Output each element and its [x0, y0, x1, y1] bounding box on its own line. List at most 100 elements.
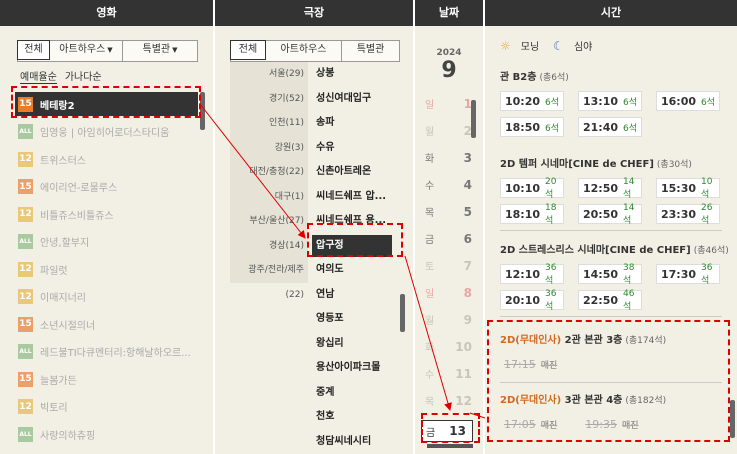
region-item[interactable]: 대구(1) — [230, 184, 308, 209]
showtime-button[interactable]: 18:10 18석 — [500, 203, 564, 226]
movie-item[interactable]: ALL 사랑의하츄핑 — [18, 421, 198, 449]
theater-item[interactable]: 용산아이파크몰 — [308, 356, 396, 381]
movie-tab-special[interactable]: 특별관 ▼ — [123, 41, 197, 61]
theater-item[interactable]: 연남 — [308, 283, 396, 308]
showtime-button[interactable]: 23:30 26석 — [656, 203, 720, 226]
date-day: 6 — [463, 231, 472, 246]
movie-item[interactable]: ALL 안녕,할부지 — [18, 228, 198, 256]
showtime-button[interactable]: 21:40 6석 — [578, 117, 642, 137]
showtime-button[interactable]: 12:10 36석 — [500, 263, 564, 286]
theater-item[interactable]: 압구정 — [312, 234, 392, 257]
date-item[interactable]: 화3 — [425, 144, 480, 171]
movie-sort: 예매율순 가나다순 — [20, 68, 102, 84]
showtime-button[interactable]: 18:50 6석 — [500, 117, 564, 137]
screen-title: 2D 스트레스리스 시네마[CINE de CHEF] — [500, 245, 691, 256]
theater-item[interactable]: 신촌아트레온 — [308, 160, 396, 185]
date-item[interactable]: 수4 — [425, 171, 480, 198]
date-item[interactable]: 월9 — [425, 306, 480, 333]
region-item[interactable]: 부산/울산(27) — [230, 209, 308, 234]
sort-by-booking[interactable]: 예매율순 — [20, 68, 57, 84]
seats-left: 6석 — [623, 97, 638, 108]
movie-item[interactable]: ALL 레드불TI다큐멘터리:항해날하오르... — [18, 338, 198, 366]
showtime-button[interactable]: 10:10 20석 — [500, 177, 564, 200]
theater-row: 부산/울산(27) 씨네드쉐프 용... — [230, 209, 396, 234]
theater-item[interactable]: 성신여대입구 — [308, 87, 396, 112]
theater-item[interactable]: 영등포 — [308, 307, 396, 332]
date-dow: 월 — [425, 127, 435, 138]
theater-item[interactable]: 씨네드쉐프 용... — [308, 209, 396, 234]
date-selected[interactable]: 금 13 — [421, 420, 473, 442]
movie-list: 15 베테랑2 ALL 임영웅 | 아임히어로더스타디움 12 트위스터스 15 에이리언-로… — [15, 90, 198, 449]
movie-item[interactable]: 15 베테랑2 — [15, 92, 198, 116]
date-dow: 화 — [425, 154, 435, 165]
showtime-button[interactable]: 17:30 36석 — [656, 262, 720, 286]
theater-item[interactable]: 송파 — [308, 111, 396, 136]
date-item[interactable]: 금6 — [425, 225, 480, 252]
movie-item[interactable]: ALL 임영웅 | 아임히어로더스타디움 — [18, 118, 198, 146]
region-item[interactable]: 경상(14) — [230, 233, 308, 258]
movie-item[interactable]: 15 늘봄가든 — [18, 366, 198, 394]
section-divider — [500, 316, 722, 317]
movie-item[interactable]: 12 트위스터스 — [18, 146, 198, 174]
showtime-button[interactable]: 14:50 38석 — [578, 262, 642, 286]
date-item[interactable]: 일8 — [425, 279, 480, 306]
movie-item[interactable]: 12 비틀쥬스비틀쥬스 — [18, 201, 198, 229]
theater-item[interactable]: 중계 — [308, 381, 396, 406]
showtime-button[interactable]: 10:20 6석 — [500, 91, 564, 111]
movie-tab-all[interactable]: 전체 — [17, 40, 50, 60]
showtime-button[interactable]: 13:10 6석 — [578, 91, 642, 111]
seats-left: 6석 — [701, 97, 716, 108]
date-item[interactable]: 수 11 — [425, 360, 480, 387]
region-item[interactable]: 강원(3) — [230, 135, 308, 160]
age-rating-badge: 12 — [18, 399, 33, 415]
theater-tab-arthouse[interactable]: 아트하우스 — [266, 41, 342, 61]
age-rating-badge: 15 — [18, 371, 33, 387]
theater-item[interactable]: 천호 — [308, 405, 396, 430]
month-label: 9 — [441, 58, 457, 83]
theater-item[interactable]: 청담씨네시티 — [308, 430, 396, 454]
showtime: 18:50 — [505, 120, 541, 134]
theater-item[interactable]: 상봉 — [308, 62, 396, 87]
theater-item[interactable]: 왕십리 — [308, 332, 396, 357]
theater-item[interactable]: 여의도 — [308, 258, 396, 283]
movie-item[interactable]: 12 파일럿 — [18, 256, 198, 284]
seats-left: 38석 — [623, 262, 635, 286]
movie-scrollbar[interactable] — [200, 92, 205, 130]
region-item[interactable]: 대전/충청(22) — [230, 160, 308, 185]
date-item[interactable]: 목5 — [425, 198, 480, 225]
theater-item[interactable]: 수유 — [308, 136, 396, 161]
seats-left: 매진 — [540, 360, 558, 371]
region-item[interactable]: 광주/전라/제주(22) — [230, 258, 308, 300]
theater-tab-all[interactable]: 전체 — [230, 40, 266, 60]
showtime-button[interactable]: 12:50 14석 — [578, 177, 642, 200]
theater-scrollbar[interactable] — [400, 294, 405, 332]
theater-tab-special[interactable]: 특별관 — [342, 41, 399, 61]
movie-header: 영화 — [0, 0, 213, 26]
date-item[interactable]: 화 10 — [425, 333, 480, 360]
region-item[interactable]: 경기(52) — [230, 86, 308, 111]
date-item[interactable]: 목 12 — [425, 387, 480, 414]
movie-tab-arthouse[interactable]: 아트하우스 ▼ — [50, 41, 123, 61]
region-item[interactable]: 서울(29) — [230, 62, 308, 87]
time-scrollbar[interactable] — [730, 400, 735, 438]
date-item[interactable]: 토7 — [425, 252, 480, 279]
seats-left: 36석 — [701, 262, 713, 286]
date-dow: 일 — [425, 289, 435, 300]
movie-item[interactable]: 15 에이리언-로물루스 — [18, 173, 198, 201]
showtime-button[interactable]: 20:10 36석 — [500, 289, 564, 312]
showtime-button[interactable]: 22:50 46석 — [578, 289, 642, 312]
region-item[interactable]: 인천(11) — [230, 111, 308, 136]
theater-item[interactable]: 씨네드쉐프 압... — [308, 185, 396, 210]
theater-row: 왕십리 — [230, 332, 396, 357]
showtime-button[interactable]: 15:30 10석 — [656, 177, 720, 200]
date-scrollbar[interactable] — [471, 100, 476, 138]
movie-item[interactable]: 15 소년시절의너 — [18, 311, 198, 339]
theater-row: 중계 — [230, 381, 396, 406]
movie-item[interactable]: 12 빅토리 — [18, 393, 198, 421]
showtime-button[interactable]: 20:50 14석 — [578, 203, 642, 226]
showtime-button[interactable]: 16:00 6석 — [656, 91, 720, 111]
date-day: 11 — [455, 366, 472, 381]
sort-by-alpha[interactable]: 가나다순 — [65, 68, 102, 84]
seats-left: 매진 — [621, 420, 639, 431]
movie-item[interactable]: 12 이매지너리 — [18, 283, 198, 311]
